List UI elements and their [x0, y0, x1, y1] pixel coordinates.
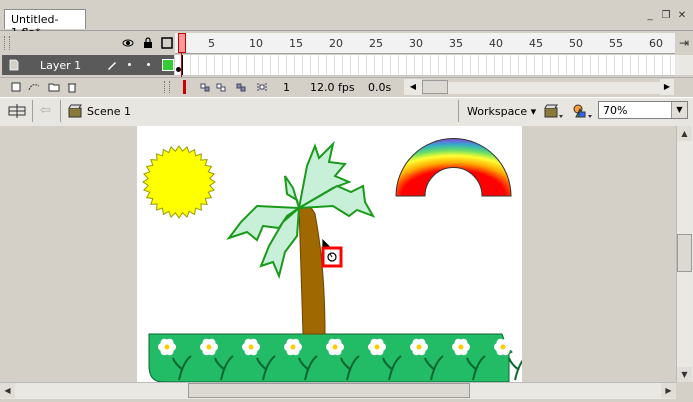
frame-number: 15	[289, 37, 303, 50]
edit-bar: ⇦ Scene 1 Workspace ▾	[0, 97, 693, 127]
frame-number: 40	[489, 37, 503, 50]
sun[interactable]	[142, 145, 216, 219]
onion-skin-icon[interactable]	[215, 81, 227, 93]
timeline-scroll-icon[interactable]: ⇥	[675, 33, 693, 53]
timeline-hscroll-track[interactable]	[448, 82, 660, 94]
hscroll-right-icon[interactable]: ▶	[661, 383, 676, 398]
stage-vscroll[interactable]: ▲ ▼	[676, 126, 693, 382]
zoom-combobox[interactable]: 70% ▼	[598, 101, 688, 119]
vscroll-down-icon[interactable]: ▼	[677, 367, 692, 382]
trash-icon[interactable]	[66, 81, 78, 93]
frame-number: 25	[369, 37, 383, 50]
eye-icon[interactable]	[122, 37, 134, 49]
frame-number: 50	[569, 37, 583, 50]
lock-icon[interactable]	[142, 37, 154, 49]
onion-outline-icon[interactable]	[235, 81, 247, 93]
frame-number: 60	[649, 37, 663, 50]
document-tab[interactable]: Untitled-1.fla*	[4, 9, 86, 39]
zoom-value: 70%	[603, 104, 628, 117]
stage[interactable]	[137, 126, 528, 383]
stage-hscroll[interactable]: ◀ ▶	[0, 382, 676, 399]
palm-trunk[interactable]	[298, 203, 326, 335]
registration-point-marker[interactable]	[321, 246, 343, 268]
zoom-dropdown-icon[interactable]: ▼	[671, 102, 687, 118]
playhead[interactable]	[178, 33, 186, 77]
current-frame-indicator	[183, 80, 186, 94]
layer-name: Layer 1	[40, 59, 82, 72]
folder-icon[interactable]	[48, 81, 60, 93]
current-frame-value: 1	[283, 81, 290, 94]
timeline-toggle-icon[interactable]	[6, 103, 28, 119]
timeline-hscroll-thumb[interactable]	[422, 80, 448, 94]
playhead-marker	[178, 33, 186, 53]
hscroll-thumb[interactable]	[188, 383, 470, 398]
elapsed-time-value: 0.0s	[368, 81, 392, 94]
frame-number: 20	[329, 37, 343, 50]
splitter-grip[interactable]	[164, 81, 170, 93]
separator	[458, 100, 459, 122]
edit-symbols-icon[interactable]	[570, 103, 594, 119]
layer-row[interactable]: Layer 1	[2, 55, 174, 75]
frame-number: 35	[449, 37, 463, 50]
pencil-icon	[106, 59, 118, 71]
rainbow[interactable]	[395, 138, 512, 197]
panel-grip[interactable]	[4, 36, 10, 50]
restore-icon[interactable]: ❐	[660, 10, 672, 22]
scroll-corner	[676, 382, 693, 399]
edit-scene-icon[interactable]	[542, 103, 564, 119]
lock-dot[interactable]	[147, 63, 150, 66]
timeline-hscroll-right-icon[interactable]: ▶	[660, 79, 674, 95]
edit-multiple-frames-icon[interactable]	[256, 81, 268, 93]
motion-guide-icon[interactable]	[28, 81, 40, 93]
vscroll-thumb[interactable]	[677, 234, 692, 272]
stage-artwork	[142, 138, 528, 383]
frame-number: 45	[529, 37, 543, 50]
document-tab-bar	[0, 0, 693, 31]
back-arrow-icon[interactable]: ⇦	[40, 103, 56, 119]
vscroll-up-icon[interactable]: ▲	[677, 126, 692, 141]
ground[interactable]	[148, 333, 528, 383]
layer-icon	[8, 58, 20, 72]
minimize-icon[interactable]: _	[644, 10, 656, 22]
timeline-vscroll[interactable]	[675, 55, 693, 75]
outline-color-swatch[interactable]	[162, 59, 174, 71]
close-icon[interactable]: ✕	[676, 10, 688, 22]
scene-icon	[67, 103, 83, 119]
insert-layer-icon[interactable]	[10, 81, 22, 93]
frame-number: 30	[409, 37, 423, 50]
outline-icon[interactable]	[161, 37, 173, 49]
timeline-status-bar: 1 12.0 fps 0.0s ◀ ▶	[0, 77, 693, 97]
center-frame-icon[interactable]	[199, 81, 211, 93]
separator	[32, 100, 33, 122]
timeline-hscroll-left-icon[interactable]: ◀	[404, 79, 422, 95]
workspace-menu[interactable]: Workspace ▾	[467, 105, 536, 118]
scene-label[interactable]: Scene 1	[87, 105, 131, 118]
frame-number: 10	[249, 37, 263, 50]
frames-area[interactable]	[175, 55, 675, 76]
playhead-line	[181, 53, 182, 77]
separator	[60, 100, 61, 122]
frame-number: 55	[609, 37, 623, 50]
frame-rate-value: 12.0 fps	[310, 81, 355, 94]
grass-sprig	[508, 355, 528, 381]
frame-number: 5	[208, 37, 215, 50]
visibility-dot[interactable]	[128, 63, 131, 66]
hscroll-left-icon[interactable]: ◀	[0, 383, 15, 398]
